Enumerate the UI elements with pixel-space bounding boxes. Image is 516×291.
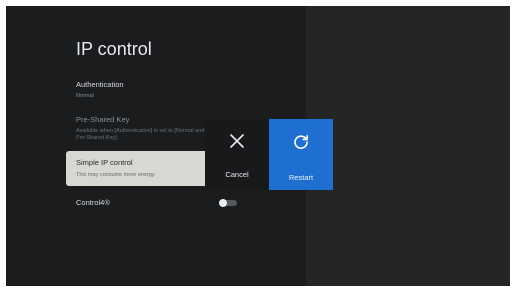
tv-settings-screen: IP control Authentication Normal Pre-Sha…	[6, 6, 510, 286]
control4-toggle[interactable]	[219, 199, 237, 207]
setting-authentication[interactable]: Authentication Normal	[76, 80, 124, 100]
setting-control4[interactable]: Control4®	[76, 198, 110, 207]
page-title: IP control	[76, 39, 152, 59]
cancel-button[interactable]: Cancel	[205, 119, 269, 190]
setting-title: Pre-Shared Key	[76, 115, 130, 124]
refresh-icon	[292, 133, 310, 156]
setting-title: Simple IP control	[76, 158, 133, 167]
setting-pre-shared-key[interactable]: Pre-Shared Key Available when [Authentic…	[76, 115, 206, 142]
setting-simple-ip-control[interactable]: Simple IP control This may consume more …	[66, 151, 210, 186]
setting-value: Normal	[76, 93, 94, 99]
restart-label: Restart	[288, 173, 314, 182]
close-icon	[229, 133, 245, 154]
restart-button[interactable]: Restart	[269, 119, 333, 190]
setting-title: Control4®	[76, 198, 110, 207]
setting-description: This may consume more energy.	[76, 172, 156, 178]
side-panel	[306, 6, 510, 286]
cancel-label: Cancel	[225, 170, 249, 179]
toggle-knob	[219, 199, 227, 207]
setting-title: Authentication	[76, 80, 124, 89]
setting-description: Available when [Authentication] is set t…	[76, 128, 205, 141]
